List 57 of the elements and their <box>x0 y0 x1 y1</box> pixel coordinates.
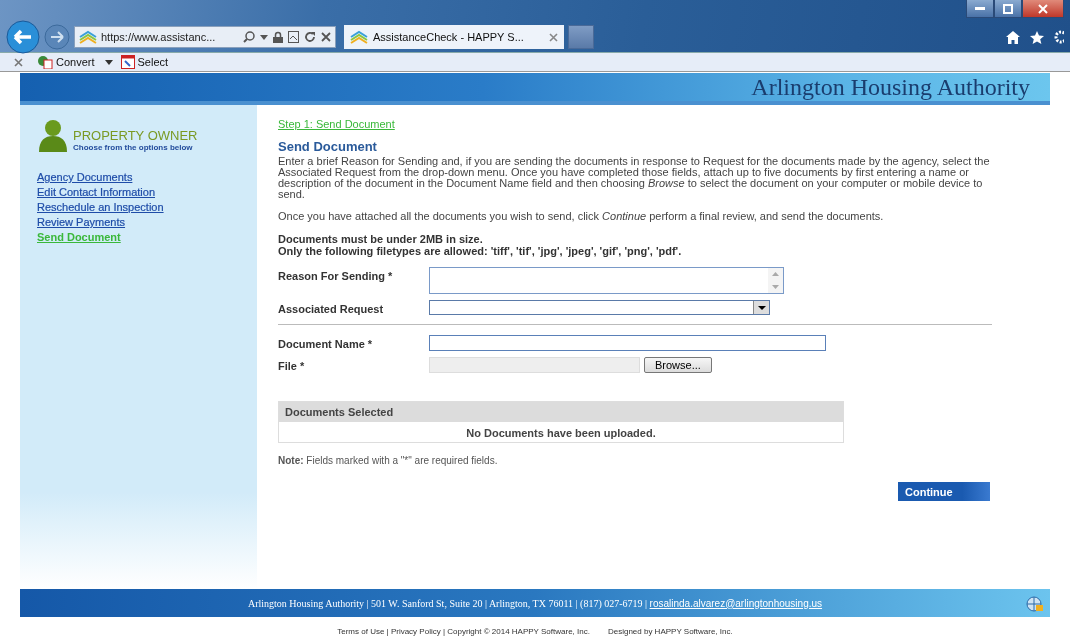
caret-icon[interactable] <box>104 59 113 65</box>
field-label: Document Name * <box>278 337 374 350</box>
site-title: Arlington Housing Authority <box>751 73 1030 101</box>
forward-button[interactable] <box>44 24 70 50</box>
close-icon <box>1038 3 1048 14</box>
close-button[interactable] <box>1022 0 1064 18</box>
empty-message: No Documents have been uploaded. <box>465 426 657 441</box>
convert-icon <box>37 55 53 69</box>
field-label: File * <box>278 359 306 372</box>
back-button[interactable] <box>6 20 40 54</box>
home-icon[interactable] <box>1006 30 1020 44</box>
site-logo-icon <box>79 30 97 44</box>
request-dropdown[interactable] <box>429 300 770 315</box>
file-path-field[interactable] <box>429 357 640 373</box>
star-icon[interactable] <box>1030 30 1044 44</box>
maximize-button[interactable] <box>994 0 1022 18</box>
table-header: Documents Selected <box>279 402 843 422</box>
browser-tab[interactable]: AssistanceCheck - HAPPY S... <box>344 25 564 49</box>
section-heading: Send Document <box>278 139 378 154</box>
close-tab-icon[interactable] <box>549 32 558 42</box>
sidebar-hint: Choose from the options below <box>73 143 194 152</box>
role-title: PROPERTY OWNER <box>73 128 198 143</box>
instructions-text: Enter a brief Reason for Sending and, if you are sending the documents in response to Request for the documents made by the agency, select the Associated Request from the drop-down menu. Once you have completed those fields, attach up to five documents by first entering a name or description of the document in the Document Name field and then choosing Browse to select the document on your computer or mobile device to send. <box>278 156 991 200</box>
caret-icon[interactable] <box>260 34 268 40</box>
person-icon <box>37 118 69 152</box>
minimize-button[interactable] <box>966 0 994 18</box>
select-icon <box>120 55 135 69</box>
required-note: Note: Fields marked with a "*" are required fields. <box>278 455 499 466</box>
field-label: Reason For Sending * <box>278 269 394 282</box>
maximize-icon <box>1003 3 1013 14</box>
sidebar-link[interactable]: Reschedule an Inspection <box>37 201 164 213</box>
sidebar-link[interactable]: Agency Documents <box>37 171 133 183</box>
close-icon[interactable] <box>14 57 23 67</box>
designer-credit: Designed by HAPPY Software, Inc. <box>607 627 733 636</box>
search-icon[interactable] <box>243 31 255 43</box>
address-bar[interactable]: https://www.assistanc... <box>74 26 336 48</box>
sidebar-link[interactable]: Review Payments <box>37 216 126 228</box>
minimize-icon <box>975 6 985 11</box>
convert-button[interactable]: Convert <box>37 55 95 69</box>
document-name-field[interactable] <box>429 335 826 351</box>
field-label: Associated Request <box>278 302 385 315</box>
tab-title: AssistanceCheck - HAPPY S... <box>373 31 525 43</box>
instructions-text: Once you have attached all the documents you wish to send, click Continue perform a final review, and send the documents. <box>278 211 885 222</box>
refresh-icon[interactable] <box>304 31 316 43</box>
continue-button[interactable]: Continue <box>898 482 990 501</box>
requirement-text: Documents must be under 2MB in size. <box>278 233 484 245</box>
sidebar-link[interactable]: Edit Contact Information <box>37 186 155 198</box>
site-logo-icon <box>350 30 368 44</box>
requirement-text: Only the following filetypes are allowed: 'tiff', 'tif', 'jpg', 'jpeg', 'gif', 'png', 'pdf'. <box>278 245 683 257</box>
legal-links[interactable]: Terms of Use | Privacy Policy | Copyright © 2014 HAPPY Software, Inc. <box>337 627 590 636</box>
close-icon[interactable] <box>321 32 331 42</box>
security-globe-icon <box>1026 596 1044 612</box>
browse-button[interactable]: Browse... <box>644 357 712 373</box>
select-button[interactable]: Select <box>120 55 169 69</box>
caret-icon <box>757 305 766 310</box>
lock-icon <box>273 31 283 43</box>
footer-address: Arlington Housing Authority | 501 W. Sanford St, Suite 20 | Arlington, TX 76011 | (817) 027-6719 | <box>247 597 648 609</box>
